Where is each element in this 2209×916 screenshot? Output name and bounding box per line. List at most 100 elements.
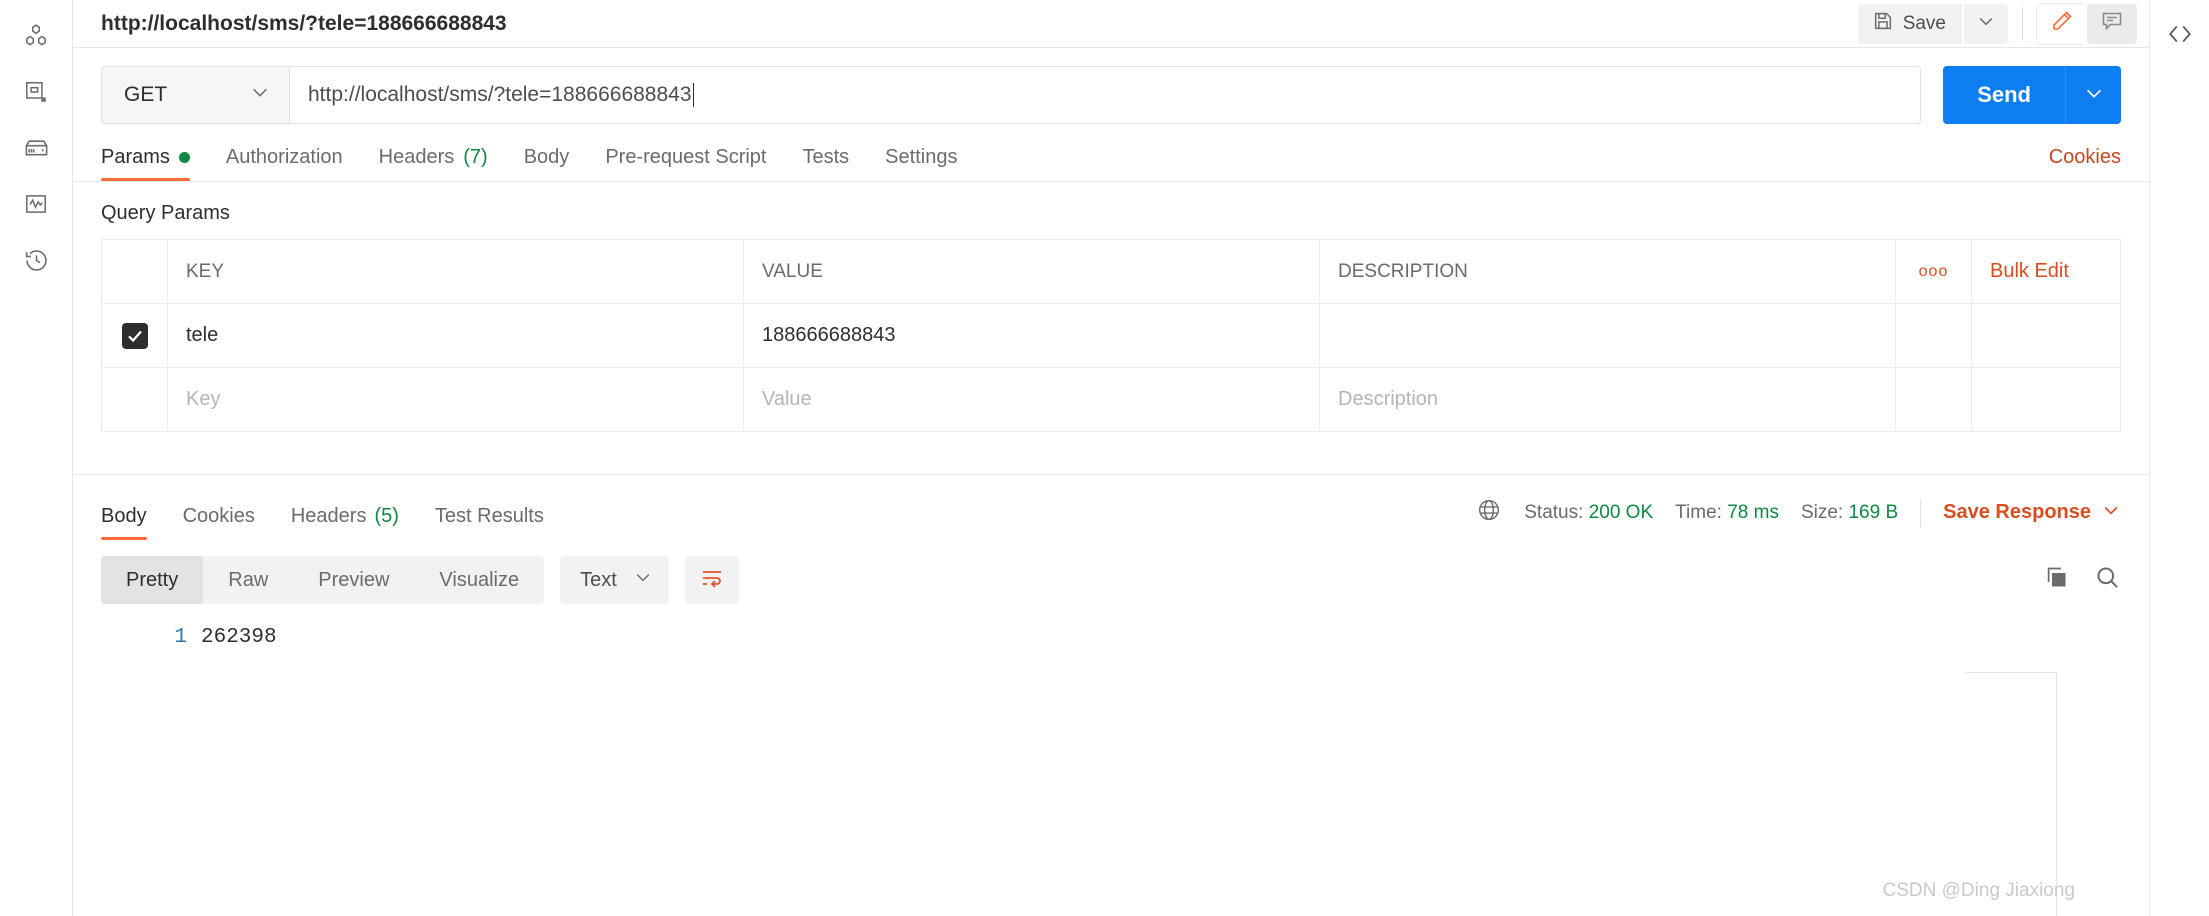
code-brackets-icon bbox=[2167, 21, 2193, 47]
row-checkbox[interactable] bbox=[121, 322, 148, 349]
search-icon[interactable] bbox=[2094, 564, 2121, 596]
row-value[interactable]: 188666688843 bbox=[744, 304, 1320, 367]
response-meta-divider bbox=[1920, 498, 1922, 527]
response-scroll-cap bbox=[1965, 672, 2057, 673]
empty-row-key-input[interactable]: Key bbox=[168, 368, 744, 431]
floppy-disk-icon bbox=[1872, 10, 1894, 38]
save-dropdown-button[interactable] bbox=[1964, 3, 2008, 44]
tab-headers[interactable]: Headers (7) bbox=[379, 146, 488, 181]
row-description[interactable] bbox=[1320, 304, 1896, 367]
chevron-down-icon bbox=[633, 567, 653, 593]
chevron-down-icon bbox=[1976, 11, 1996, 36]
postman-app: http://localhost/sms/?tele=188666688843 … bbox=[0, 0, 2209, 916]
tab-body-label: Body bbox=[523, 146, 570, 168]
send-dropdown-button[interactable] bbox=[2065, 66, 2121, 124]
monitor-activity-icon bbox=[23, 191, 49, 217]
response-format-value: Text bbox=[580, 568, 617, 591]
response-body-toolbar: Pretty Raw Preview Visualize Text bbox=[73, 540, 2149, 604]
row-bulk-cell bbox=[1972, 304, 2120, 367]
line-text: 262398 bbox=[201, 626, 277, 649]
sidebar-item-apis[interactable] bbox=[8, 64, 64, 120]
tab-params[interactable]: Params bbox=[101, 146, 190, 181]
header-actions: Save bbox=[1857, 0, 2137, 47]
tab-settings[interactable]: Settings bbox=[885, 146, 957, 181]
row-checkbox-cell bbox=[102, 304, 168, 367]
response-tab-body[interactable]: Body bbox=[101, 505, 147, 540]
page-title: http://localhost/sms/?tele=188666688843 bbox=[101, 11, 507, 35]
sidebar-item-monitors[interactable] bbox=[8, 176, 64, 232]
tab-body[interactable]: Body bbox=[524, 146, 570, 181]
tab-authorization[interactable]: Authorization bbox=[226, 146, 343, 181]
status-label: Status: bbox=[1524, 501, 1584, 523]
globe-icon bbox=[1476, 497, 1502, 528]
header-divider bbox=[2022, 6, 2023, 41]
sidebar-item-history[interactable] bbox=[8, 232, 64, 288]
sidebar-item-collections[interactable] bbox=[8, 8, 64, 64]
environments-icon bbox=[23, 135, 50, 162]
copy-icon[interactable] bbox=[2043, 564, 2070, 596]
response-body-tools-right bbox=[2043, 564, 2121, 596]
send-button[interactable]: Send bbox=[1943, 66, 2065, 124]
view-mode-raw[interactable]: Raw bbox=[203, 556, 293, 604]
view-mode-preview[interactable]: Preview bbox=[293, 556, 414, 604]
table-row-empty: Key Value Description bbox=[102, 368, 2120, 432]
empty-row-bulk-cell bbox=[1972, 368, 2120, 431]
http-method-value: GET bbox=[124, 83, 168, 106]
tab-tests[interactable]: Tests bbox=[802, 146, 849, 181]
row-options-cell bbox=[1896, 304, 1972, 367]
table-header-checkbox-cell bbox=[102, 240, 168, 303]
request-workspace: http://localhost/sms/?tele=188666688843 … bbox=[73, 0, 2149, 916]
request-header-bar: http://localhost/sms/?tele=188666688843 … bbox=[73, 0, 2149, 48]
empty-row-options-cell bbox=[1896, 368, 1972, 431]
table-row: tele 188666688843 bbox=[102, 304, 2120, 368]
response-format-select[interactable]: Text bbox=[560, 556, 669, 604]
view-mode-pretty[interactable]: Pretty bbox=[101, 556, 204, 604]
save-button[interactable]: Save bbox=[1857, 3, 1962, 44]
table-header-value: VALUE bbox=[744, 240, 1320, 303]
request-tabs: Params Authorization Headers (7) Body Pr… bbox=[73, 146, 2149, 181]
code-snippet-button[interactable] bbox=[2154, 8, 2206, 60]
size-badge: Size: 169 B bbox=[1801, 502, 1898, 524]
tab-params-label: Params bbox=[101, 146, 170, 168]
view-mode-visualize[interactable]: Visualize bbox=[414, 556, 544, 604]
tab-tests-label: Tests bbox=[802, 146, 850, 168]
response-tab-test-results[interactable]: Test Results bbox=[435, 505, 544, 540]
time-label: Time: bbox=[1675, 501, 1722, 523]
query-params-title: Query Params bbox=[101, 202, 230, 224]
http-method-select[interactable]: GET bbox=[101, 66, 289, 124]
tab-headers-label: Headers bbox=[378, 146, 455, 168]
save-response-label: Save Response bbox=[1943, 501, 2091, 523]
sidebar-item-environments[interactable] bbox=[8, 120, 64, 176]
response-tab-cookies[interactable]: Cookies bbox=[183, 505, 255, 540]
response-meta: Status: 200 OK Time: 78 ms Size: 169 B S… bbox=[1476, 497, 2121, 540]
history-clock-icon bbox=[23, 247, 50, 274]
cookies-link[interactable]: Cookies bbox=[2049, 146, 2121, 181]
request-url-bar: GET http://localhost/sms/?tele=188666688… bbox=[73, 48, 2149, 124]
word-wrap-button[interactable] bbox=[684, 556, 739, 604]
table-options-icon[interactable]: ooo bbox=[1896, 240, 1972, 303]
comments-button[interactable] bbox=[2087, 3, 2137, 44]
response-tabs: Body Cookies Headers (5) Test Results St… bbox=[73, 475, 2149, 540]
query-params-table: KEY VALUE DESCRIPTION ooo Bulk Edit tele… bbox=[101, 239, 2121, 432]
edit-request-button[interactable] bbox=[2037, 3, 2087, 44]
time-badge: Time: 78 ms bbox=[1675, 502, 1779, 524]
api-box-icon bbox=[23, 79, 49, 105]
row-key[interactable]: tele bbox=[168, 304, 744, 367]
request-url-input[interactable]: http://localhost/sms/?tele=188666688843 bbox=[289, 66, 1922, 124]
empty-row-value-input[interactable]: Value bbox=[744, 368, 1320, 431]
response-tab-headers-label: Headers bbox=[290, 505, 367, 527]
left-icon-rail bbox=[0, 0, 73, 916]
time-value: 78 ms bbox=[1727, 501, 1779, 523]
tab-pre-request-script[interactable]: Pre-request Script bbox=[605, 146, 766, 181]
empty-row-description-input[interactable]: Description bbox=[1320, 368, 1896, 431]
response-scrollbar[interactable] bbox=[2056, 672, 2057, 916]
response-tab-test-results-label: Test Results bbox=[434, 505, 544, 527]
save-response-button[interactable]: Save Response bbox=[1943, 500, 2121, 526]
bulk-edit-link[interactable]: Bulk Edit bbox=[1972, 240, 2120, 303]
table-header-key: KEY bbox=[168, 240, 744, 303]
status-badge: Status: 200 OK bbox=[1524, 502, 1653, 524]
params-modified-dot-icon bbox=[178, 152, 190, 163]
pencil-icon bbox=[2050, 9, 2074, 38]
response-tab-headers[interactable]: Headers (5) bbox=[291, 505, 399, 540]
response-body-content[interactable]: 1 262398 bbox=[73, 604, 2149, 916]
